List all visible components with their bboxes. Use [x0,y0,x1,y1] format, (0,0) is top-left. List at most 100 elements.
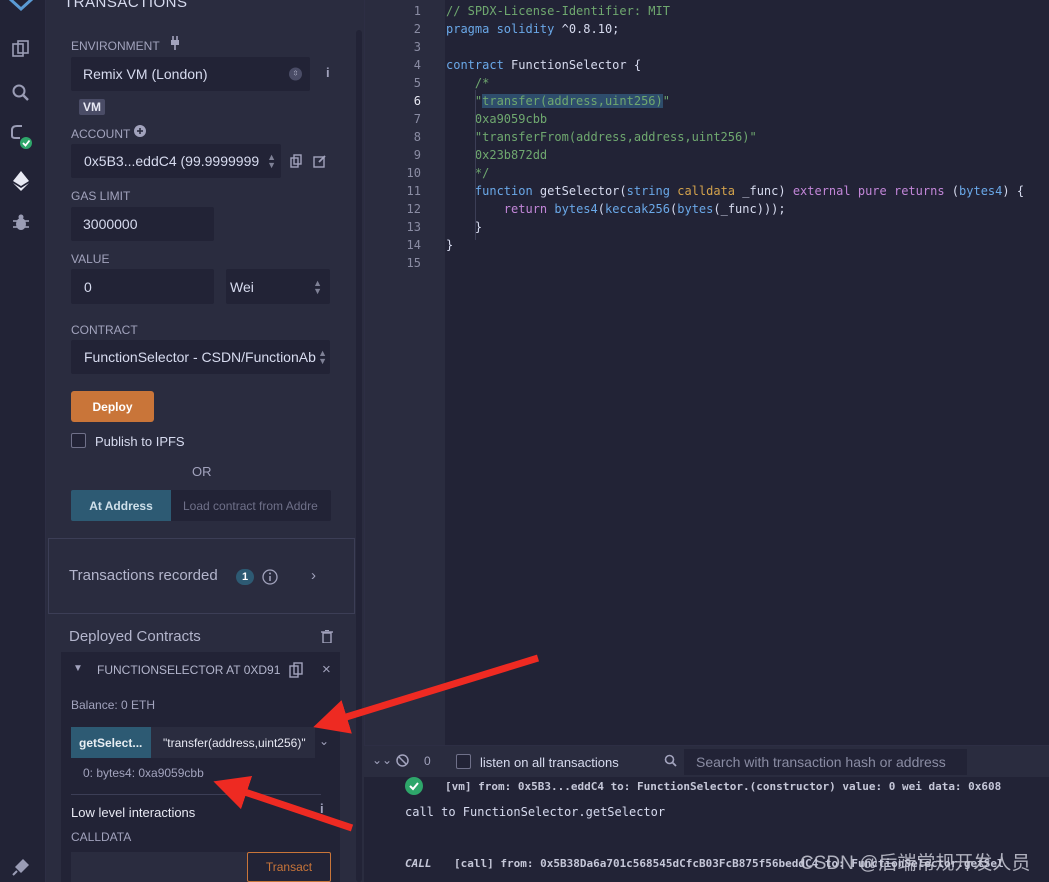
line-number: 3 [413,40,421,54]
code-line: */ [474,166,490,180]
code-line: function getSelector(string calldata _fu… [474,184,1025,198]
transact-button[interactable]: Transact [247,852,331,882]
plugin-manager-icon[interactable] [8,854,34,880]
copy-address-icon[interactable] [289,662,303,683]
transactions-recorded-count: 1 [236,569,254,585]
code-line: pragma solidity ^0.8.10; [446,22,620,36]
get-selector-input[interactable]: "transfer(address,uint256)" [151,727,315,758]
watermark: CSDN @后端常规开发人员 [800,853,1031,874]
plug-icon [169,36,181,53]
collapse-terminal-icon[interactable]: ⌄⌄ [372,753,392,767]
terminal-log-call: call to FunctionSelector.getSelector [405,805,666,819]
code-line: "transferFrom(address,address,uint256)" [474,130,757,144]
unit-arrows-icon: ▲ ▼ [313,277,322,296]
code-line: /* [474,76,490,90]
line-number: 1 [413,4,421,18]
panel-scrollbar[interactable] [356,30,362,882]
transactions-recorded-title: Transactions recorded [69,567,218,584]
panel-title: TRANSACTIONS [64,0,188,11]
instance-header[interactable]: ▼ FUNCTIONSELECTOR AT 0XD91 × [61,652,340,688]
code-line-highlighted: "transfer(address,uint256)" [474,94,670,108]
close-icon[interactable]: × [322,661,331,678]
info-icon[interactable]: i [326,65,330,80]
at-address-button[interactable]: At Address [71,490,171,521]
icon-rail [0,0,46,882]
low-level-title: Low level interactions [71,805,196,820]
publish-ipfs-label: Publish to IPFS [95,434,185,449]
code-editor[interactable]: 1 2 3 4 5 6 7 8 9 10 11 12 13 14 15 // S… [364,0,1049,745]
line-number: 2 [413,22,421,36]
account-label: ACCOUNT [71,127,131,141]
line-number: 4 [413,58,421,72]
line-number: 11 [406,184,421,198]
solidity-compiler-icon[interactable] [8,124,34,150]
line-number: 12 [406,202,421,216]
deploy-run-icon[interactable] [8,168,34,194]
terminal-log-deploy[interactable]: [vm] from: 0x5B3...eddC4 to: FunctionSel… [445,780,1001,793]
calldata-label: CALLDATA [71,830,132,844]
listen-label: listen on all transactions [480,755,619,770]
account-select[interactable]: 0x5B3...eddC4 (99.9999999 ▲ ▼ [71,144,281,178]
low-level-info-icon[interactable]: i [320,801,324,816]
calldata-input[interactable] [71,852,247,882]
code-line: // SPDX-License-Identifier: MIT [446,4,670,18]
deployed-instance: ▼ FUNCTIONSELECTOR AT 0XD91 × Balance: 0… [61,652,340,882]
chevron-down-icon[interactable]: ▼ [73,663,83,674]
indent-guide [475,90,476,240]
account-value: 0x5B3...eddC4 (99.9999999 [84,153,260,169]
pending-count: 0 [424,754,431,768]
deploy-run-panel: TRANSACTIONS ENVIRONMENT Remix VM (Londo… [46,0,364,882]
gas-limit-input[interactable]: 3000000 [71,207,214,241]
line-number: 10 [406,166,421,180]
success-check-icon [405,777,423,800]
line-number: 15 [406,256,421,270]
publish-ipfs-checkbox[interactable] [71,433,86,448]
comment-token: // SPDX-License-Identifier: MIT [446,4,670,18]
info-circle-icon[interactable] [262,569,278,590]
code-line: return bytes4(keccak256(bytes(_func))); [503,202,786,216]
contract-label: CONTRACT [71,323,138,337]
environment-value: Remix VM (London) [83,66,208,82]
search-icon[interactable] [8,80,34,106]
at-address-input[interactable]: Load contract from Addre [171,490,331,521]
deployed-contracts-title: Deployed Contracts [69,628,201,645]
line-gutter: 1 2 3 4 5 6 7 8 9 10 11 12 13 14 15 [365,0,445,745]
deploy-button[interactable]: Deploy [71,391,154,422]
listen-checkbox[interactable] [456,754,471,769]
contract-value: FunctionSelector - CSDN/FunctionAb [84,349,316,365]
line-number-active: 6 [413,94,421,108]
or-label: OR [192,464,212,479]
transaction-search-input[interactable]: Search with transaction hash or address [684,749,967,775]
divider [71,794,321,795]
terminal-toolbar: ⌄⌄ 0 listen on all transactions Search w… [364,745,1049,777]
transactions-recorded-card[interactable]: Transactions recorded 1 › [48,538,355,614]
terminal-search-icon [664,754,677,772]
add-account-icon[interactable] [134,125,146,140]
account-select-arrows-icon: ▲ ▼ [267,152,276,170]
line-number: 9 [413,148,421,162]
code-line: } [446,220,483,234]
value-unit: Wei [230,278,254,295]
code-line: } [446,238,454,252]
select-arrows-icon: ⇳ [289,67,302,81]
code-line: 0xa9059cbb [474,112,548,126]
copy-account-icon[interactable] [290,154,302,171]
chevron-right-icon[interactable]: › [311,567,316,584]
line-number: 14 [406,238,421,252]
environment-label: ENVIRONMENT [71,39,160,53]
debugger-icon[interactable] [8,210,34,236]
value-unit-select[interactable]: Wei ▲ ▼ [226,269,330,304]
edit-account-icon[interactable] [313,154,327,171]
line-number: 7 [413,112,421,126]
contract-arrows-icon: ▲ ▼ [318,348,327,366]
clear-console-icon[interactable] [396,754,409,772]
remix-logo-icon[interactable] [8,0,34,18]
file-explorer-icon[interactable] [8,36,34,62]
trash-icon[interactable] [321,629,333,648]
instance-balance: Balance: 0 ETH [71,698,156,712]
value-input[interactable]: 0 [71,269,214,304]
environment-select[interactable]: Remix VM (London) ⇳ [71,57,310,91]
get-selector-button[interactable]: getSelect... [71,727,151,758]
expand-function-icon[interactable]: ⌄ [319,734,329,748]
contract-select[interactable]: FunctionSelector - CSDN/FunctionAb ▲ ▼ [71,340,330,374]
